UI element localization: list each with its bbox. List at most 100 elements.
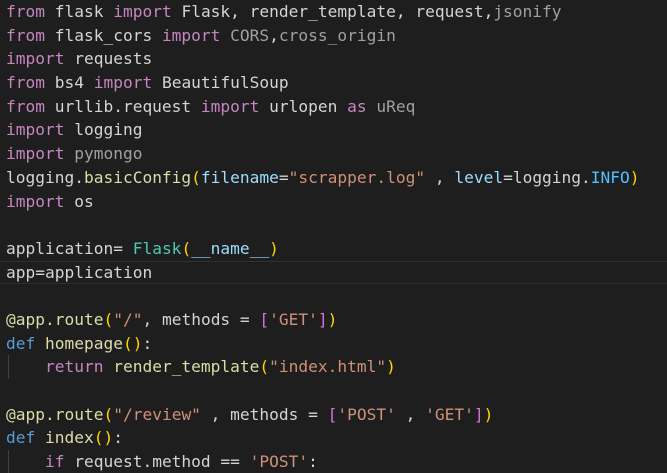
code-token: ] xyxy=(317,309,328,329)
code-token: ) xyxy=(483,404,494,424)
code-token: ( xyxy=(191,167,201,187)
code-token: "index.html" xyxy=(269,357,387,377)
code-token: flask_cors xyxy=(44,25,162,45)
code-token: flask xyxy=(44,2,114,21)
code-token: @app.route xyxy=(6,309,104,329)
code-line[interactable]: return render_template("index.html") xyxy=(0,355,667,379)
code-token: as xyxy=(347,96,367,116)
code-token: , xyxy=(395,404,426,424)
code-token: os xyxy=(64,191,94,211)
code-token: index xyxy=(35,428,94,448)
code-token: ) xyxy=(132,333,143,353)
code-token: level xyxy=(454,167,504,187)
code-token: "/review" xyxy=(113,404,201,424)
code-token: import xyxy=(161,25,221,45)
code-token: logging xyxy=(64,120,143,140)
code-token: uReq xyxy=(366,96,416,116)
code-token: 'GET' xyxy=(269,309,318,329)
code-line[interactable] xyxy=(0,284,667,308)
code-token: def xyxy=(6,333,36,353)
code-token: "scrapper.log" xyxy=(288,167,426,187)
code-token: Flask, render_template, request, xyxy=(171,2,494,21)
code-token: BeautifulSoup xyxy=(152,73,289,93)
code-line[interactable]: def homepage(): xyxy=(0,332,667,356)
code-token: jsonify xyxy=(493,2,562,21)
code-token: urllib.request xyxy=(44,96,201,116)
code-token: homepage xyxy=(35,333,123,353)
code-token: ] xyxy=(473,404,484,424)
code-token: if xyxy=(44,452,65,472)
code-token: ( xyxy=(103,404,114,424)
code-token: def xyxy=(6,428,36,448)
code-token: ) xyxy=(327,309,338,329)
code-token: import xyxy=(93,73,153,93)
code-line[interactable] xyxy=(0,213,667,237)
code-token: ( xyxy=(122,333,133,353)
code-token: __name__ xyxy=(191,238,270,258)
code-line[interactable]: application= Flask(__name__) xyxy=(0,237,667,261)
code-token: : xyxy=(142,333,153,353)
code-token: , methods = xyxy=(200,404,328,424)
code-token: from xyxy=(6,73,45,93)
code-line[interactable]: import requests xyxy=(0,47,667,71)
code-line[interactable]: if request.method == 'POST': xyxy=(0,450,667,473)
code-token: cross_origin xyxy=(278,25,396,45)
code-line[interactable] xyxy=(0,379,667,403)
code-token: import xyxy=(200,96,260,116)
code-line[interactable]: from flask_cors import CORS,cross_origin xyxy=(0,24,667,48)
code-token: , xyxy=(425,167,455,187)
code-token: Flask xyxy=(132,238,182,258)
code-token: 'GET' xyxy=(425,404,474,424)
code-token: , methods = xyxy=(142,309,260,329)
code-token: [ xyxy=(259,309,270,329)
code-line[interactable]: logging.basicConfig(filename="scrapper.l… xyxy=(0,166,667,190)
code-token: logging. xyxy=(6,167,84,187)
code-token: app=application xyxy=(6,262,153,282)
code-token: ) xyxy=(269,238,279,258)
code-token: ( xyxy=(181,238,192,258)
code-token: ( xyxy=(259,357,270,377)
code-token: 'POST' xyxy=(249,452,309,472)
code-line[interactable]: def index(): xyxy=(0,426,667,450)
code-token: : xyxy=(113,428,123,448)
code-token: ) xyxy=(629,167,640,187)
code-token: "/" xyxy=(113,309,143,329)
code-token: pymongo xyxy=(64,144,143,164)
code-token: : xyxy=(308,452,318,472)
code-token: INFO xyxy=(590,167,630,187)
code-token: from xyxy=(6,96,45,116)
code-token: @app.route xyxy=(6,404,104,424)
code-token: CORS xyxy=(220,25,270,45)
code-token: import xyxy=(6,49,65,69)
code-token: , xyxy=(269,25,279,45)
code-token: [ xyxy=(327,404,338,424)
code-line[interactable]: from bs4 import BeautifulSoup xyxy=(0,71,667,95)
indent-guide xyxy=(8,355,9,379)
code-line[interactable]: @app.route("/review" , methods = ['POST'… xyxy=(0,403,667,427)
indent-guide xyxy=(8,450,9,473)
code-token: return xyxy=(44,357,104,377)
code-token: import xyxy=(113,2,172,21)
code-token: filename xyxy=(200,167,279,187)
code-token: = xyxy=(278,167,289,187)
code-line[interactable]: import logging xyxy=(0,118,667,142)
code-token: ( xyxy=(103,309,114,329)
code-editor[interactable]: from flask import Flask, render_template… xyxy=(0,0,667,473)
code-line[interactable]: from urllib.request import urlopen as uR… xyxy=(0,95,667,119)
code-line[interactable]: import pymongo xyxy=(0,142,667,166)
code-token: import xyxy=(6,144,65,164)
code-token: bs4 xyxy=(44,73,94,93)
code-token: ) xyxy=(103,428,114,448)
code-token: from xyxy=(6,25,45,45)
code-line[interactable]: @app.route("/", methods = ['GET']) xyxy=(0,308,667,332)
code-token: 'POST' xyxy=(337,404,396,424)
code-token: render_template xyxy=(103,357,260,377)
code-token: import xyxy=(6,120,65,140)
code-token: urlopen xyxy=(259,96,348,116)
code-line[interactable]: from flask import Flask, render_template… xyxy=(0,0,667,24)
code-line-current[interactable]: app=application xyxy=(0,261,667,285)
code-line[interactable]: import os xyxy=(0,190,667,214)
code-token: application= xyxy=(6,238,133,258)
